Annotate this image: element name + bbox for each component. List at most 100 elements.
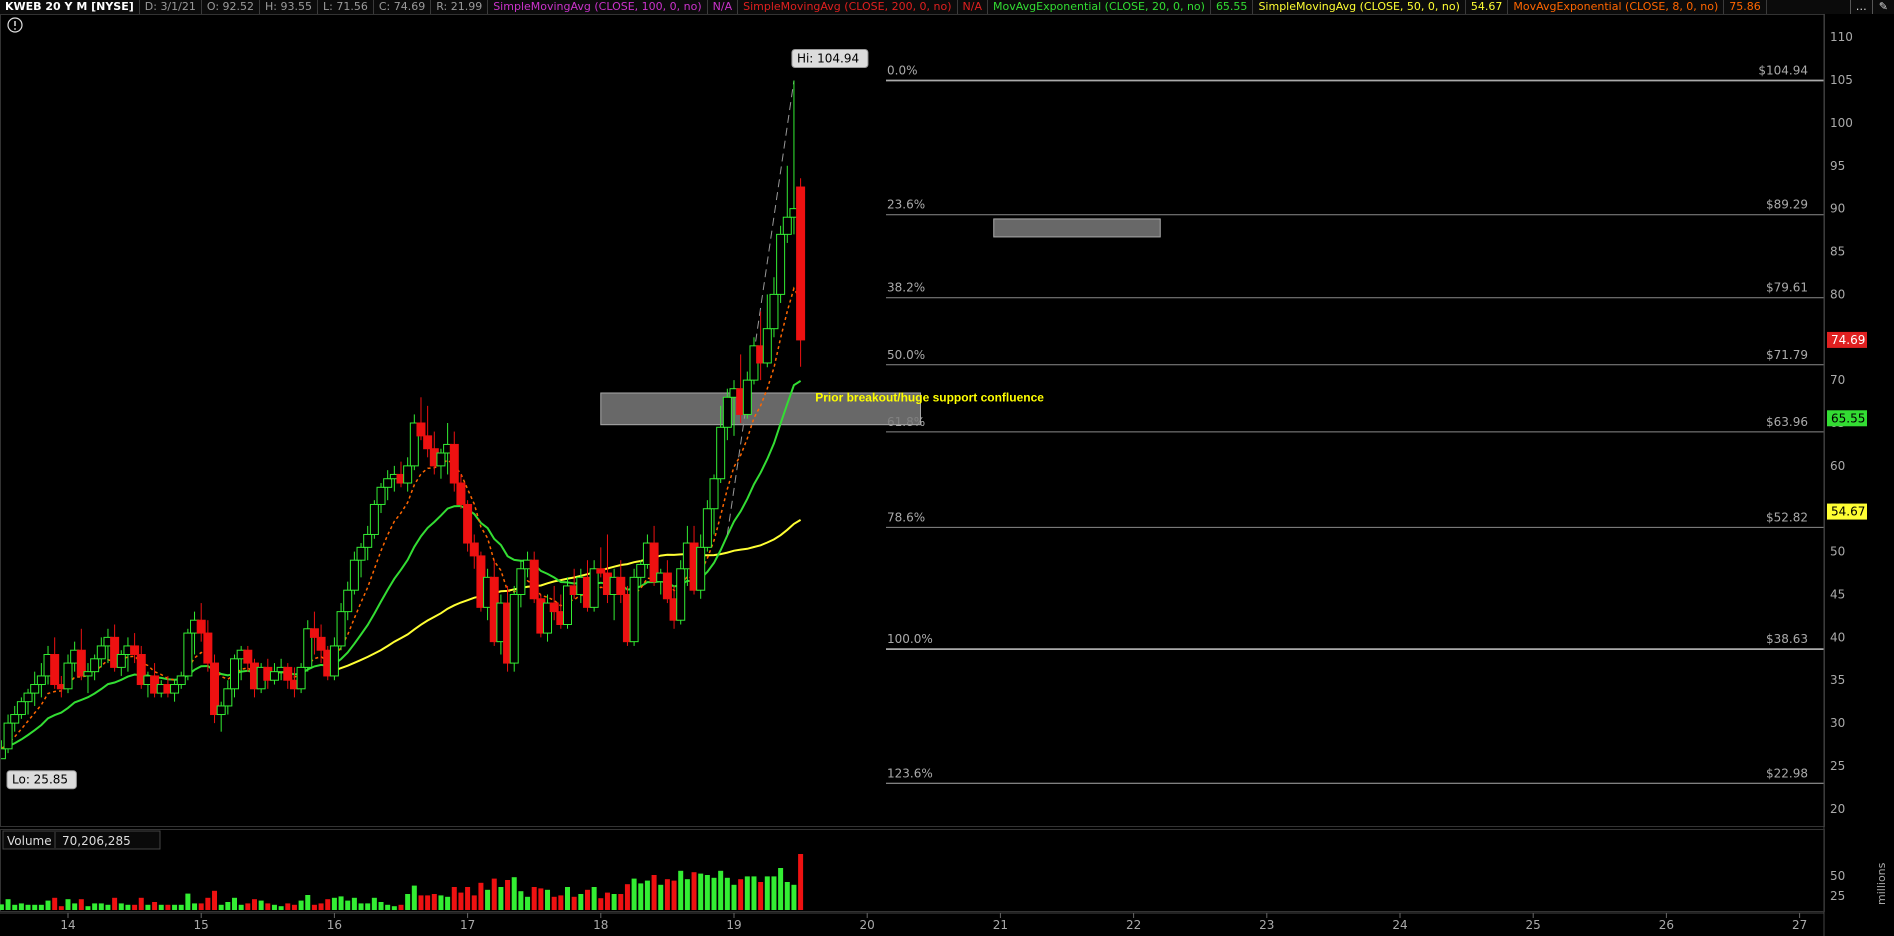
volume-bar — [718, 870, 724, 910]
volume-bar — [138, 897, 144, 910]
date-tick-label: 20 — [860, 918, 875, 932]
candle-body — [722, 396, 732, 428]
candle-body — [796, 186, 806, 341]
volume-bar — [278, 906, 284, 910]
volume-bar — [305, 895, 311, 910]
fib-price-label: $71.79 — [1766, 348, 1808, 362]
candle-body — [356, 546, 366, 561]
volume-bar — [192, 903, 198, 910]
volume-bar — [218, 904, 224, 910]
fib-percent-label: 0.0% — [887, 64, 918, 78]
volume-bar — [291, 904, 297, 910]
info-icon-dot — [14, 28, 16, 30]
candle-body — [176, 675, 186, 686]
volume-bar — [784, 882, 790, 910]
candle-body — [662, 572, 672, 600]
volume-bar — [431, 894, 437, 910]
volume-bar — [485, 889, 491, 910]
volume-bar — [451, 887, 457, 910]
volume-bar — [38, 904, 44, 910]
candle-body — [716, 426, 726, 480]
candle-body — [469, 542, 479, 557]
y-tick-label: 40 — [1830, 630, 1845, 644]
y-tick-label: 80 — [1830, 287, 1845, 301]
fib-percent-label: 100.0% — [887, 632, 933, 646]
volume-bar — [791, 884, 797, 910]
candle-body — [130, 645, 140, 656]
volume-bar — [618, 894, 624, 910]
candle-body — [529, 559, 539, 600]
volume-bar — [465, 887, 471, 910]
volume-bar — [724, 877, 730, 910]
date-tick-label: 22 — [1126, 918, 1141, 932]
price-chart[interactable]: 0.0% $104.94 23.6% $89.29 38.2% $79.61 50.0% $7… — [0, 0, 1894, 936]
volume-label: Volume — [7, 834, 52, 848]
candle-body — [50, 654, 60, 686]
volume-bar — [425, 895, 431, 910]
volume-bar — [505, 880, 511, 910]
lo-label-text: Lo: 25.85 — [12, 773, 68, 787]
volume-bar — [565, 887, 570, 910]
volume-bar — [52, 897, 58, 910]
candle-body — [702, 508, 712, 548]
fib-price-label: $52.82 — [1766, 510, 1808, 524]
candle-body — [456, 482, 466, 505]
volume-bar — [318, 903, 324, 910]
volume-bar — [758, 882, 764, 910]
fib-price-label: $63.96 — [1766, 415, 1808, 429]
candle-body — [343, 589, 353, 613]
volume-bar — [398, 904, 404, 910]
candle-body — [216, 705, 226, 716]
candle-body — [549, 602, 559, 613]
volume-bar — [604, 892, 610, 910]
candle-body — [403, 465, 413, 484]
y-tick-label: 90 — [1830, 202, 1845, 216]
date-tick-label: 23 — [1259, 918, 1274, 932]
date-tick-label: 19 — [726, 918, 741, 932]
y-tick-label: 35 — [1830, 673, 1845, 687]
volume-bar — [378, 902, 384, 910]
volume-bar — [691, 872, 697, 910]
volume-bar — [764, 876, 770, 910]
candle-body — [596, 568, 606, 574]
volume-bar — [325, 899, 331, 910]
volume-bar — [738, 879, 744, 910]
volume-bar — [232, 897, 237, 910]
candle-body — [436, 452, 446, 467]
volume-bar — [65, 899, 71, 910]
volume-bar — [744, 876, 750, 910]
volume-bar — [751, 876, 757, 910]
fibonacci-retracement[interactable]: 0.0% $104.94 23.6% $89.29 38.2% $79.61 50.0% $7… — [886, 64, 1824, 784]
candle-body — [316, 636, 326, 651]
date-tick-label: 25 — [1526, 918, 1541, 932]
fib-percent-label: 78.6% — [887, 510, 925, 524]
volume-bar — [445, 896, 451, 910]
volume-bar — [212, 890, 218, 910]
volume-bar — [198, 903, 204, 910]
volume-bar — [624, 884, 630, 910]
volume-pane: Volume 70,206,285 25 50 millions — [0, 829, 1888, 912]
volume-bar — [651, 875, 657, 910]
volume-bar — [18, 903, 24, 910]
price-badge-text: 74.69 — [1831, 333, 1865, 347]
candle-body — [629, 576, 639, 643]
candle-body — [769, 293, 779, 330]
fib-price-label: $79.61 — [1766, 281, 1808, 295]
volume-bar — [12, 904, 18, 910]
candle-body — [709, 478, 719, 510]
candle-body — [369, 503, 379, 535]
candle-body — [416, 422, 426, 437]
candle-body — [196, 619, 206, 634]
candle-body — [363, 533, 373, 548]
candle-body — [349, 559, 359, 591]
volume-bar — [32, 904, 38, 910]
volume-bar — [558, 895, 564, 910]
candle-body — [223, 688, 233, 707]
price-badge-text: 54.67 — [1831, 505, 1865, 519]
chart-labels: Prior breakout/huge support confluence Hi… — [6, 17, 1044, 790]
volume-bar — [771, 876, 777, 910]
candle-body — [509, 593, 519, 664]
date-tick-label: 16 — [327, 918, 342, 932]
y-tick-label: 30 — [1830, 716, 1845, 730]
candle-body — [10, 714, 20, 724]
